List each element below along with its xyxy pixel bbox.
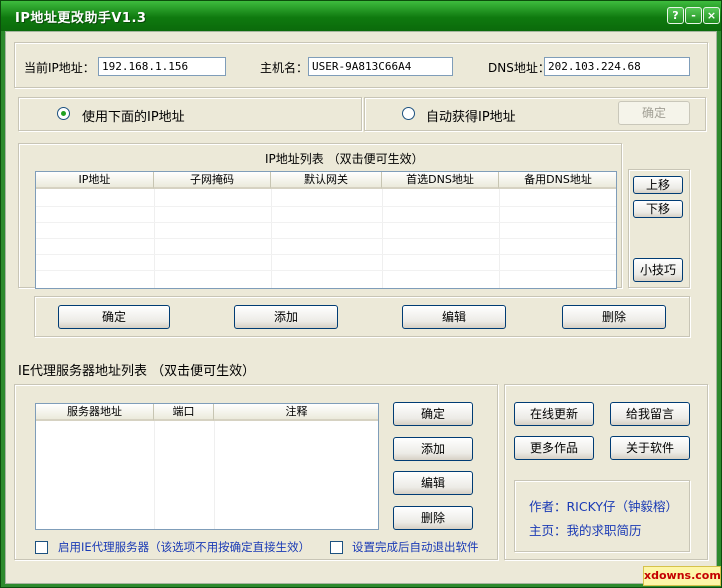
column-header-subnet[interactable]: 子网掩码 [154,172,271,189]
column-header-port[interactable]: 端口 [154,404,214,421]
help-button[interactable]: ? [667,7,684,24]
auto-obtain-radio[interactable] [402,107,415,120]
ip-edit-button[interactable]: 编辑 [402,305,506,329]
more-works-button[interactable]: 更多作品 [514,436,594,460]
row-divider [36,254,616,255]
current-ip-field[interactable]: 192.168.1.156 [98,57,226,76]
tips-button[interactable]: 小技巧 [633,258,683,282]
ip-list-table[interactable]: IP地址 子网掩码 默认网关 首选DNS地址 备用DNS地址 [35,171,617,289]
app-window: IP地址更改助手V1.3 ? - × 当前IP地址： 192.168.1.156… [0,0,722,588]
minimize-button[interactable]: - [685,7,702,24]
leave-message-button[interactable]: 给我留言 [610,402,690,426]
homepage-link[interactable]: 主页：我的求职简历 [529,520,642,539]
use-following-radio[interactable] [57,107,70,120]
client-area: 当前IP地址： 192.168.1.156 主机名： USER-9A813C66… [5,31,717,584]
column-divider [154,421,155,529]
column-header-primary-dns[interactable]: 首选DNS地址 [382,172,499,189]
proxy-edit-button[interactable]: 编辑 [393,471,473,495]
column-header-ip[interactable]: IP地址 [36,172,154,189]
row-divider [36,238,616,239]
column-header-comment[interactable]: 注释 [214,404,378,421]
use-following-label: 使用下面的IP地址 [82,110,185,125]
watermark-logo: xdowns.com [643,566,721,586]
hostname-field[interactable]: USER-9A813C66A4 [308,57,453,76]
auto-exit-checkbox[interactable] [330,541,343,554]
current-ip-label: 当前IP地址： [24,61,95,75]
row-divider [36,222,616,223]
column-header-gateway[interactable]: 默认网关 [271,172,382,189]
auto-obtain-label: 自动获得IP地址 [426,110,516,125]
ip-confirm-button[interactable]: 确定 [58,305,170,329]
ip-add-button[interactable]: 添加 [234,305,338,329]
row-divider [36,206,616,207]
ip-list-title: IP地址列表 （双击便可生效） [265,152,424,166]
dns-field[interactable]: 202.103.224.68 [544,57,690,76]
mode-confirm-button[interactable]: 确定 [618,101,690,125]
ip-delete-button[interactable]: 删除 [562,305,666,329]
title-bar[interactable]: IP地址更改助手V1.3 ? - × [1,1,721,31]
proxy-add-button[interactable]: 添加 [393,437,473,461]
enable-proxy-label: 启用IE代理服务器（该选项不用按确定直接生效） [58,540,311,554]
proxy-list-table[interactable]: 服务器地址 端口 注释 [35,403,379,530]
move-down-button[interactable]: 下移 [633,200,683,218]
close-button[interactable]: × [703,7,720,24]
hostname-label: 主机名： [260,61,309,75]
author-text: 作者：RICKY仔（钟毅榕） [529,499,678,514]
move-up-button[interactable]: 上移 [633,176,683,194]
proxy-confirm-button[interactable]: 确定 [393,402,473,426]
window-title: IP地址更改助手V1.3 [15,11,147,26]
column-divider [214,421,215,529]
online-update-button[interactable]: 在线更新 [514,402,594,426]
row-divider [36,270,616,271]
about-button[interactable]: 关于软件 [610,436,690,460]
enable-proxy-checkbox[interactable] [35,541,48,554]
column-header-server[interactable]: 服务器地址 [36,404,154,421]
auto-exit-label: 设置完成后自动退出软件 [352,540,479,554]
column-header-backup-dns[interactable]: 备用DNS地址 [499,172,616,189]
proxy-list-title: IE代理服务器地址列表 （双击便可生效） [18,364,256,379]
author-panel [514,480,690,552]
proxy-delete-button[interactable]: 删除 [393,506,473,530]
dns-label: DNS地址： [488,61,550,75]
